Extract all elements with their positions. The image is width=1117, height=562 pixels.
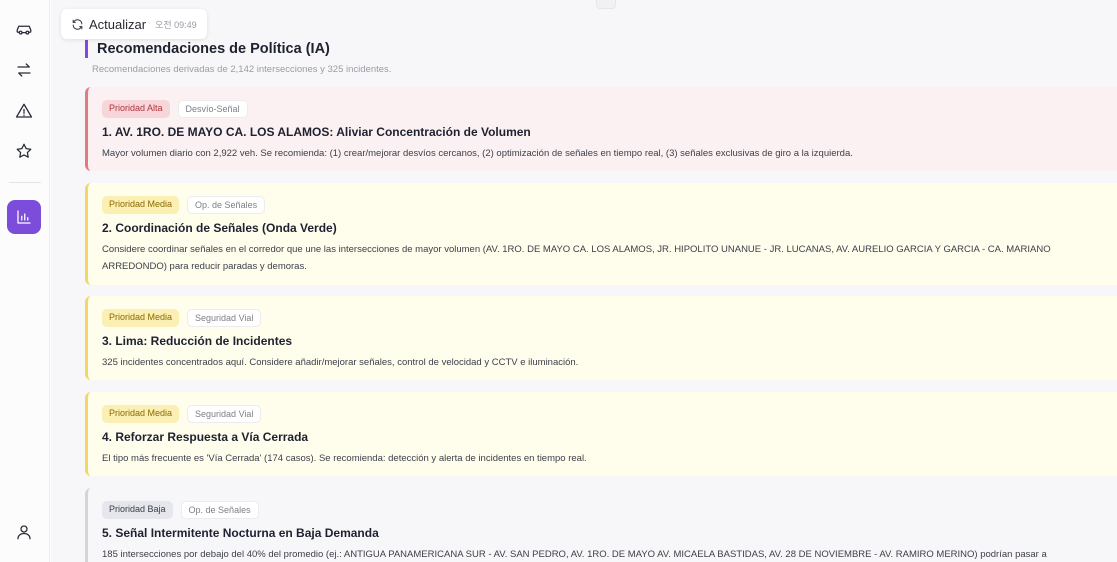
nav-favorites-button[interactable] bbox=[7, 134, 41, 168]
recommendation-card: Prioridad Media Seguridad Vial 4. Reforz… bbox=[85, 392, 1117, 476]
refresh-button[interactable]: Actualizar 오전 09:49 bbox=[61, 9, 207, 39]
warning-icon bbox=[15, 103, 33, 118]
section-title: Recomendaciones de Política (IA) bbox=[85, 40, 330, 58]
recommendation-card: Prioridad Media Seguridad Vial 3. Lima: … bbox=[85, 296, 1117, 380]
priority-badge: Prioridad Baja bbox=[102, 501, 173, 519]
nav-incidents-button[interactable] bbox=[7, 94, 41, 128]
recommendation-title: 5. Señal Intermitente Nocturna en Baja D… bbox=[102, 526, 379, 540]
priority-badge: Prioridad Media bbox=[102, 196, 180, 214]
tab-fragment bbox=[596, 0, 616, 9]
priority-badge: Prioridad Alta bbox=[102, 100, 170, 118]
recommendation-title: 3. Lima: Reducción de Incidentes bbox=[102, 334, 293, 348]
car-icon bbox=[16, 25, 32, 35]
nav-flows-button[interactable] bbox=[7, 53, 41, 87]
category-badge: Desvío-Señal bbox=[177, 100, 248, 118]
recommendation-description: Mayor volumen diario con 2,922 veh. Se r… bbox=[102, 148, 853, 159]
priority-badge: Prioridad Media bbox=[102, 405, 180, 423]
recommendation-description: 325 incidentes concentrados aquí. Consid… bbox=[102, 357, 579, 368]
nav-profile-button[interactable] bbox=[7, 515, 41, 549]
main-content: Actualizar 오전 09:49 Recomendaciones de P… bbox=[51, 0, 1117, 562]
category-badge: Op. de Señales bbox=[187, 196, 266, 214]
recommendation-card: Prioridad Baja Op. de Señales 5. Señal I… bbox=[85, 488, 1117, 562]
recommendation-title: 1. AV. 1RO. DE MAYO CA. LOS ALAMOS: Aliv… bbox=[102, 125, 531, 139]
recommendation-card: Prioridad Alta Desvío-Señal 1. AV. 1RO. … bbox=[85, 87, 1117, 171]
nav-analytics-button[interactable] bbox=[7, 200, 41, 234]
nav-vehicles-button[interactable] bbox=[7, 13, 41, 47]
recommendation-description: 185 intersecciones por debajo del 40% de… bbox=[102, 549, 1047, 560]
rail-divider bbox=[9, 182, 41, 183]
category-badge: Op. de Señales bbox=[180, 501, 259, 519]
swap-arrows-icon bbox=[17, 63, 31, 77]
refresh-icon bbox=[72, 18, 83, 30]
category-badge: Seguridad Vial bbox=[187, 309, 262, 327]
bar-chart-icon bbox=[17, 210, 31, 224]
recommendation-description: El tipo más frecuente es 'Vía Cerrada' (… bbox=[102, 453, 587, 464]
last-updated-time: 오전 09:49 bbox=[155, 19, 197, 30]
star-icon bbox=[16, 143, 32, 158]
recommendation-title: 4. Reforzar Respuesta a Vía Cerrada bbox=[102, 430, 309, 444]
recommendation-description: Considere coordinar señales en el corred… bbox=[102, 244, 1051, 272]
section-subtitle: Recomendaciones derivadas de 2,142 inter… bbox=[92, 64, 392, 75]
category-badge: Seguridad Vial bbox=[187, 405, 262, 423]
user-icon bbox=[17, 525, 31, 540]
recommendation-card: Prioridad Media Op. de Señales 2. Coordi… bbox=[85, 183, 1117, 285]
refresh-label: Actualizar bbox=[89, 16, 147, 32]
sidebar-rail bbox=[0, 0, 50, 562]
policy-recommendations-panel: Recomendaciones de Política (IA) Recomen… bbox=[80, 30, 1117, 562]
priority-badge: Prioridad Media bbox=[102, 309, 180, 327]
recommendation-title: 2. Coordinación de Señales (Onda Verde) bbox=[102, 221, 337, 235]
